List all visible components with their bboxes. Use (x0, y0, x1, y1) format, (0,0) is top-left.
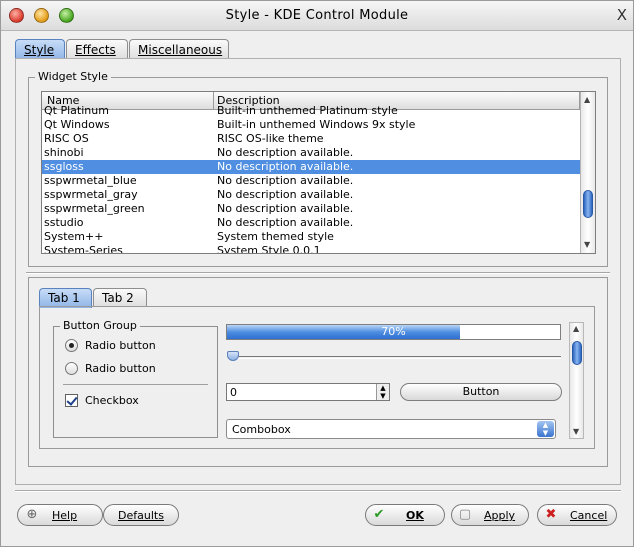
list-item-name: sstudio (44, 216, 84, 229)
list-item[interactable]: sspwrmetal_gray No description available. (42, 188, 595, 202)
list-item-description: No description available. (217, 160, 354, 173)
close-icon[interactable]: X (617, 6, 627, 24)
document-icon: ▢ (458, 507, 472, 522)
help-label: Help (52, 509, 78, 522)
list-item[interactable]: RISC OS RISC OS-like theme (42, 132, 595, 146)
cancel-label: Cancel (570, 509, 608, 522)
spin-up-icon[interactable]: ▲ (377, 384, 389, 392)
scroll-down-icon[interactable]: ▼ (584, 240, 590, 249)
button-group: Button Group Radio button Radio button C… (53, 319, 218, 438)
tab-effects[interactable]: Effects (66, 39, 128, 59)
preview-page: Button Group Radio button Radio button C… (39, 306, 595, 449)
tab-1[interactable]: Tab 1 (39, 288, 92, 308)
tab-2[interactable]: Tab 2 (93, 288, 147, 307)
list-item-name: ssgloss (44, 160, 84, 173)
list-item-name: System++ (44, 230, 104, 243)
list-item[interactable]: sspwrmetal_blue No description available. (42, 174, 595, 188)
list-item-name: RISC OS (44, 132, 89, 145)
list-item-description: RISC OS-like theme (217, 132, 324, 145)
list-item-name: sspwrmetal_gray (44, 188, 138, 201)
list-item-name: System-Series (44, 244, 123, 254)
list-item[interactable]: Qt Platinum Built-in unthemed Platinum st… (42, 104, 595, 118)
defaults-button[interactable]: Defaults (103, 504, 179, 526)
checkbox-label: Checkbox (85, 394, 139, 407)
list-item-description: System Style 0.0.1 (217, 244, 321, 254)
progress-bar: 70% (226, 324, 561, 340)
list-item-description: No description available. (217, 188, 354, 201)
list-item[interactable]: sstudio No description available. (42, 216, 595, 230)
list-scrollbar[interactable]: ▲ ▼ (580, 92, 595, 253)
apply-label: Apply (484, 509, 516, 522)
radio-button-2-label: Radio button (85, 362, 156, 375)
checkmark-icon: ✔ (373, 507, 385, 522)
list-item-description: No description available. (217, 174, 354, 187)
list-item-name: sspwrmetal_blue (44, 174, 137, 187)
bottom-separator (15, 490, 621, 492)
progress-text: 70% (381, 325, 406, 338)
spin-down-icon[interactable]: ▼ (377, 392, 389, 400)
list-item-description: No description available. (217, 202, 354, 215)
button-group-title: Button Group (60, 319, 140, 332)
list-item-description: Built-in unthemed Windows 9x style (217, 118, 416, 131)
list-item-description: No description available. (217, 146, 354, 159)
scrollbar-thumb[interactable] (583, 190, 593, 218)
list-item[interactable]: Qt Windows Built-in unthemed Windows 9x s… (42, 118, 595, 132)
combobox-value: Combobox (232, 423, 291, 436)
list-item[interactable]: System++ System themed style (42, 230, 595, 244)
combobox-arrow-icon[interactable]: ▲ ▼ (537, 421, 554, 437)
tab-style[interactable]: Style (15, 39, 65, 60)
ok-label: OK (406, 509, 424, 522)
slider-track[interactable] (228, 356, 561, 359)
list-item-name: Qt Platinum (44, 104, 109, 117)
list-item[interactable]: ssgloss No description available. (42, 160, 595, 174)
scroll-down-icon[interactable]: ▼ (573, 427, 579, 436)
window-title: Style - KDE Control Module (225, 8, 409, 23)
checkbox[interactable] (65, 394, 78, 407)
apply-button[interactable]: ▢ Apply (451, 504, 529, 526)
style-tab-page: Widget Style Name Description Qt Platinu… (15, 58, 621, 485)
widget-style-group: Widget Style Name Description Qt Platinu… (28, 70, 608, 267)
list-body: Qt Platinum Built-in unthemed Platinum st… (42, 104, 595, 254)
preview-scrollbar[interactable]: ▲ ▼ (569, 322, 584, 439)
scroll-up-icon[interactable]: ▲ (584, 95, 590, 104)
list-item[interactable]: shinobi No description available. (42, 146, 595, 160)
list-item-description: System themed style (217, 230, 334, 243)
cancel-button[interactable]: ✖ Cancel (537, 504, 617, 526)
radio-button-1[interactable] (65, 339, 78, 352)
radio-button-2[interactable] (65, 362, 78, 375)
tab-miscellaneous[interactable]: Miscellaneous (129, 39, 229, 59)
group-separator (63, 384, 208, 385)
kde-control-module-window: Style - KDE Control Module X Style Effec… (0, 0, 634, 547)
list-item-name: shinobi (44, 146, 84, 159)
help-button[interactable]: ⊕ Help (17, 504, 103, 526)
widget-style-title: Widget Style (35, 70, 111, 83)
list-item[interactable]: sspwrmetal_green No description available… (42, 202, 595, 216)
defaults-label: Defaults (118, 509, 164, 522)
spinbox-arrows[interactable]: ▲ ▼ (376, 384, 389, 400)
style-preview: Tab 1 Tab 2 Button Group Radio button Ra… (28, 277, 608, 467)
radio-button-1-label: Radio button (85, 339, 156, 352)
combobox[interactable]: Combobox ▲ ▼ (226, 419, 556, 439)
spinbox[interactable]: 0 ▲ ▼ (226, 383, 390, 401)
help-icon: ⊕ (26, 507, 38, 522)
widget-style-list[interactable]: Name Description Qt Platinum Built-in unt… (41, 91, 596, 254)
cancel-icon: ✖ (545, 507, 557, 522)
list-item-description: Built-in unthemed Platinum style (217, 104, 398, 117)
slider-handle[interactable] (227, 351, 239, 361)
list-item-name: sspwrmetal_green (44, 202, 145, 215)
separator (26, 272, 610, 274)
list-item-name: Qt Windows (44, 118, 110, 131)
list-item[interactable]: System-Series System Style 0.0.1 (42, 244, 595, 254)
list-item-description: No description available. (217, 216, 354, 229)
ok-button[interactable]: ✔ OK (365, 504, 445, 526)
spinbox-value[interactable]: 0 (230, 386, 237, 399)
preview-button[interactable]: Button (400, 383, 562, 401)
title-bar[interactable]: Style - KDE Control Module X (1, 1, 633, 31)
scrollbar-thumb[interactable] (572, 341, 582, 365)
scroll-up-icon[interactable]: ▲ (573, 324, 579, 333)
